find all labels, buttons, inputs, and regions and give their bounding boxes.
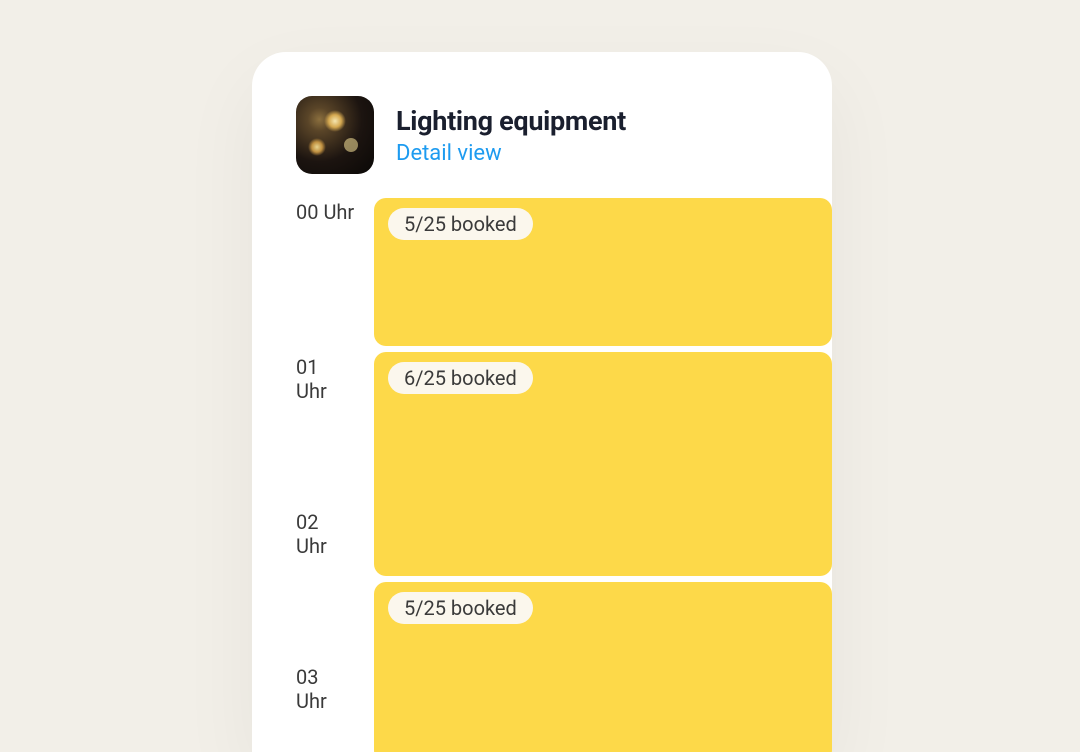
booking-block[interactable]: 6/25 booked	[374, 352, 832, 576]
booking-blocks-area: 5/25 booked 6/25 booked 5/25 booked	[374, 198, 832, 752]
booking-block[interactable]: 5/25 booked	[374, 198, 832, 346]
header-text-group: Lighting equipment Detail view	[396, 105, 626, 166]
detail-view-link[interactable]: Detail view	[396, 141, 626, 166]
hour-label: 01 Uhr	[296, 355, 327, 403]
booking-badge: 6/25 booked	[388, 362, 533, 394]
booking-badge: 5/25 booked	[388, 592, 533, 624]
hour-label: 00 Uhr	[296, 200, 354, 224]
booking-block[interactable]: 5/25 booked	[374, 582, 832, 752]
hour-label: 03 Uhr	[296, 665, 327, 713]
equipment-card: Lighting equipment Detail view 00 Uhr 5/…	[252, 52, 832, 752]
hour-label: 02 Uhr	[296, 510, 327, 558]
booking-badge: 5/25 booked	[388, 208, 533, 240]
equipment-thumbnail[interactable]	[296, 96, 374, 174]
card-header: Lighting equipment Detail view	[252, 52, 832, 198]
hourly-schedule: 00 Uhr 5/25 booked 6/25 booked 5/25 book…	[252, 198, 832, 353]
equipment-title: Lighting equipment	[396, 105, 626, 137]
